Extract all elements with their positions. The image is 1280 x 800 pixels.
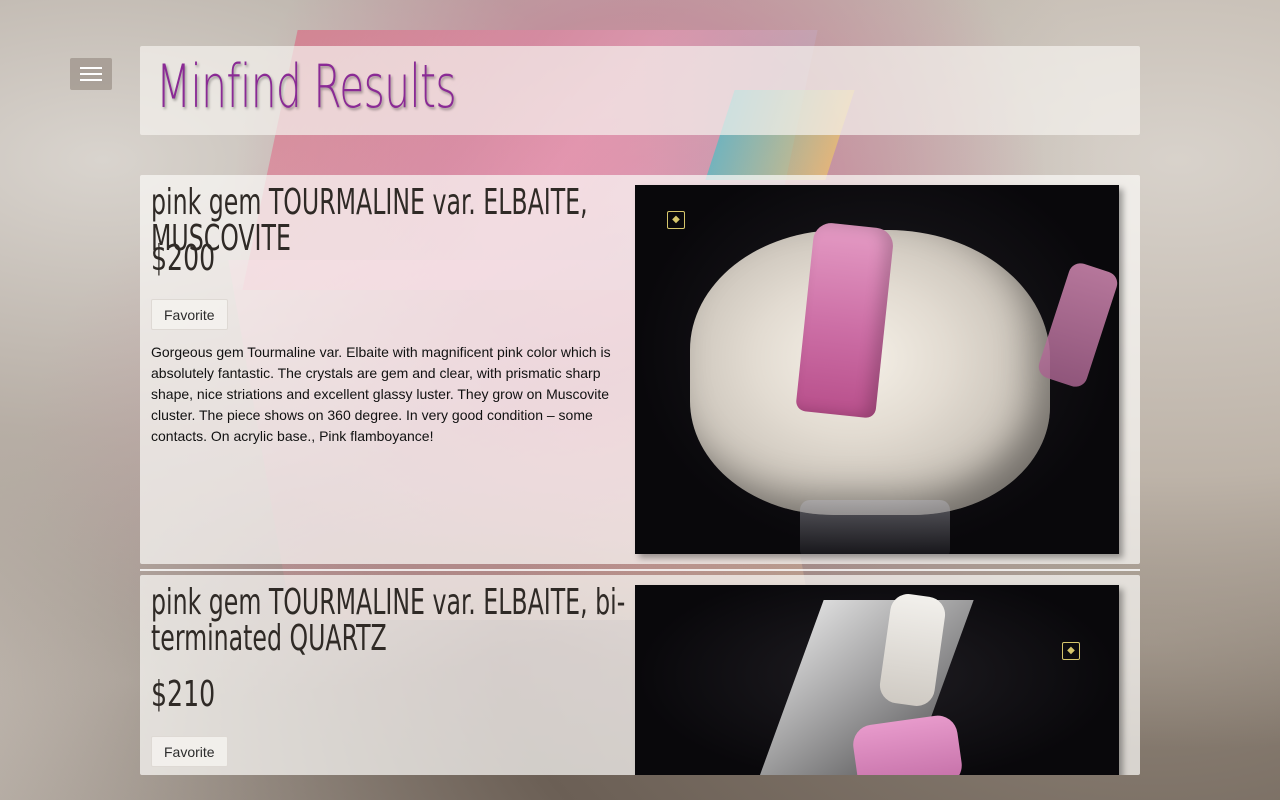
tourmaline-crystal-shape — [1035, 260, 1119, 390]
acrylic-base-shape — [800, 500, 950, 554]
favorite-button[interactable]: Favorite — [151, 736, 228, 767]
result-description: Gorgeous gem Tourmaline var. Elbaite wit… — [151, 344, 611, 444]
result-divider — [140, 569, 1140, 571]
result-price: $200 — [151, 238, 216, 279]
mineral-photo[interactable]: ◆ — [635, 585, 1119, 775]
page-title: Minfind Results — [156, 52, 457, 122]
photo-logo-mark: ◆ — [667, 211, 685, 229]
result-card: pink gem TOURMALINE var. ELBAITE, bi-ter… — [140, 575, 1140, 775]
result-card: pink gem TOURMALINE var. ELBAITE, MUSCOV… — [140, 175, 1140, 564]
mineral-photo[interactable]: ◆ — [635, 185, 1119, 554]
result-title: pink gem TOURMALINE var. ELBAITE, bi-ter… — [151, 582, 626, 659]
hamburger-menu-icon — [80, 67, 102, 69]
favorite-button[interactable]: Favorite — [151, 299, 228, 330]
result-price: $210 — [151, 674, 216, 715]
result-title: pink gem TOURMALINE var. ELBAITE, MUSCOV… — [151, 182, 588, 259]
menu-button[interactable] — [70, 58, 112, 90]
hamburger-menu-icon — [80, 79, 102, 81]
photo-logo-mark: ◆ — [1062, 642, 1080, 660]
page-header: Minfind Results — [140, 46, 1140, 135]
hamburger-menu-icon — [80, 73, 102, 75]
